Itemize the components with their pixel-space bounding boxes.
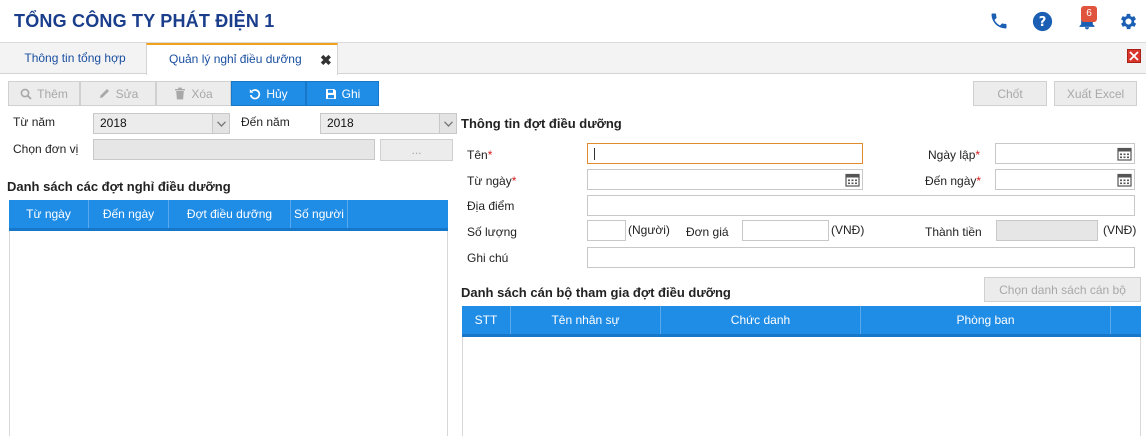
note-label: Ghi chú	[467, 251, 509, 265]
save-button[interactable]: Ghi	[306, 81, 379, 106]
svg-text:?: ?	[1038, 14, 1046, 29]
choose-unit-button[interactable]: ...	[380, 139, 453, 161]
to-date-label: Đến ngày*	[925, 174, 982, 188]
pencil-icon	[99, 89, 109, 98]
tab-bar: Thông tin tổng hợp Quản lý nghỉ điều dưỡ…	[0, 43, 1146, 75]
notification-badge: 6	[1081, 6, 1097, 22]
edit-button-label: Sửa	[115, 86, 139, 101]
unit-price-input[interactable]	[742, 220, 829, 241]
staff-list-body[interactable]	[462, 337, 1141, 436]
unit-input[interactable]	[93, 139, 375, 160]
unit-price-label: Đơn giá	[686, 225, 729, 239]
chevron-down-icon	[212, 114, 229, 133]
choose-staff-button[interactable]: Chọn danh sách cán bộ	[984, 277, 1141, 302]
cancel-button[interactable]: Hủy	[231, 81, 306, 106]
quantity-unit: (Người)	[628, 223, 670, 237]
add-button[interactable]: Thêm	[8, 81, 80, 106]
total-input	[996, 220, 1098, 241]
calendar-icon[interactable]	[845, 172, 860, 187]
note-input[interactable]	[587, 247, 1135, 268]
tab-convalescence-management[interactable]: Quản lý nghỉ điều dưỡng	[146, 43, 338, 75]
column-header[interactable]: Đến ngày	[89, 200, 169, 228]
delete-button-label: Xóa	[191, 86, 213, 101]
trash-icon	[175, 87, 186, 100]
to-date-input[interactable]	[995, 169, 1135, 190]
from-year-value: 2018	[100, 116, 127, 130]
to-year-label: Đến năm	[241, 115, 290, 129]
save-button-label: Ghi	[341, 86, 361, 101]
gear-icon[interactable]	[1117, 10, 1139, 32]
staff-list-title: Danh sách cán bộ tham gia đợt điều dưỡng	[461, 285, 731, 300]
close-out-button[interactable]: Chốt	[973, 81, 1047, 106]
cancel-button-label: Hủy	[266, 86, 288, 101]
staff-list-header: STT Tên nhân sự Chức danh Phòng ban	[462, 306, 1141, 334]
column-header[interactable]: Chức danh	[661, 306, 861, 334]
column-header[interactable]: Tên nhân sự	[511, 306, 661, 334]
session-list-body[interactable]	[9, 231, 448, 436]
name-label: Tên*	[467, 148, 493, 162]
session-info-title: Thông tin đợt điều dưỡng	[461, 116, 622, 131]
text-cursor	[594, 148, 595, 160]
column-header[interactable]: Phòng ban	[861, 306, 1111, 334]
session-list-header: Từ ngày Đến ngày Đợt điều dưỡng Số người	[9, 200, 448, 228]
name-input[interactable]	[587, 143, 863, 164]
add-button-label: Thêm	[37, 86, 68, 101]
undo-icon	[250, 88, 261, 99]
column-header[interactable]: Từ ngày	[9, 200, 89, 228]
column-header[interactable]: Đợt điều dưỡng	[169, 200, 291, 228]
delete-button[interactable]: Xóa	[156, 81, 231, 106]
floppy-icon	[325, 88, 336, 99]
calendar-icon[interactable]	[1117, 146, 1132, 161]
unit-price-unit: (VNĐ)	[831, 223, 865, 237]
column-header[interactable]: Số người	[291, 200, 348, 228]
export-excel-button[interactable]: Xuất Excel	[1054, 81, 1137, 106]
quantity-label: Số lượng	[467, 225, 517, 239]
chevron-down-icon	[439, 114, 456, 133]
tab-close-icon[interactable]: ✖	[320, 52, 332, 69]
panel-close-icon[interactable]	[1127, 49, 1141, 63]
total-label: Thành tiền	[925, 225, 982, 239]
phone-icon[interactable]	[988, 10, 1010, 32]
created-date-input[interactable]	[995, 143, 1135, 164]
help-icon[interactable]: ?	[1031, 10, 1053, 32]
created-date-label: Ngày lập*	[928, 148, 981, 162]
calendar-icon[interactable]	[1117, 172, 1132, 187]
unit-label: Chọn đơn vị	[13, 142, 79, 156]
from-year-label: Từ năm	[13, 115, 56, 129]
from-date-label: Từ ngày*	[467, 174, 517, 188]
search-plus-icon	[20, 88, 32, 100]
quantity-input[interactable]	[587, 220, 626, 241]
session-list-title: Danh sách các đợt nghỉ điều dưỡng	[7, 179, 231, 194]
to-year-select[interactable]: 2018	[320, 113, 457, 134]
from-date-input[interactable]	[587, 169, 863, 190]
from-year-select[interactable]: 2018	[93, 113, 230, 134]
app-root: TỔNG CÔNG TY PHÁT ĐIỆN 1 ? 6 Thông tin t…	[0, 0, 1146, 436]
column-header[interactable]: STT	[462, 306, 511, 334]
location-input[interactable]	[587, 195, 1135, 216]
to-year-value: 2018	[327, 116, 354, 130]
tab-general-info[interactable]: Thông tin tổng hợp	[8, 43, 142, 74]
app-title: TỔNG CÔNG TY PHÁT ĐIỆN 1	[14, 11, 275, 31]
edit-button[interactable]: Sửa	[80, 81, 156, 106]
location-label: Địa điểm	[467, 199, 515, 213]
total-unit: (VNĐ)	[1103, 223, 1137, 237]
app-header: TỔNG CÔNG TY PHÁT ĐIỆN 1 ? 6	[0, 0, 1146, 43]
